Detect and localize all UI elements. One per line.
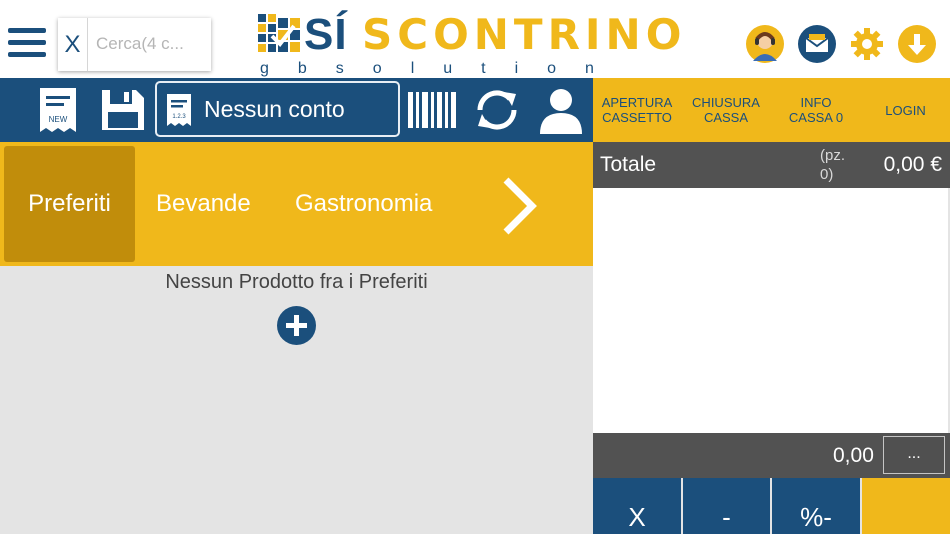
search-box: X bbox=[58, 18, 211, 71]
new-receipt-icon[interactable]: NEW bbox=[36, 86, 80, 134]
cash-top-menu: APERTURA CASSETTO CHIUSURA CASSA INFO CA… bbox=[593, 78, 950, 142]
receipt-items-list[interactable] bbox=[593, 188, 948, 433]
chevron-right-icon[interactable] bbox=[494, 174, 544, 238]
keypad-percent-discount-button[interactable]: %- bbox=[772, 478, 862, 534]
user-icon[interactable] bbox=[538, 86, 584, 134]
total-bar: Totale (pz. 0) 0,00 € bbox=[593, 142, 950, 188]
gear-icon[interactable] bbox=[848, 25, 886, 63]
account-receipt-icon: 1.2.3 bbox=[167, 94, 191, 126]
total-amount: 0,00 € bbox=[883, 153, 942, 176]
barcode-icon[interactable] bbox=[406, 86, 458, 134]
cash-info-button[interactable]: INFO CASSA 0 bbox=[771, 78, 861, 142]
sync-refresh-icon[interactable] bbox=[472, 86, 522, 134]
plus-icon bbox=[286, 315, 307, 336]
empty-favorites-message: Nessun Prodotto fra i Preferiti bbox=[165, 271, 428, 293]
keypad-yellow-button[interactable] bbox=[862, 478, 950, 534]
add-product-button[interactable] bbox=[277, 306, 316, 345]
category-tab-preferiti[interactable]: Preferiti bbox=[4, 146, 135, 262]
category-tab-bevande[interactable]: Bevande bbox=[156, 146, 251, 262]
logo-text-si: SÍ bbox=[304, 10, 348, 59]
download-arrow-icon[interactable] bbox=[898, 25, 936, 63]
app-header: X SÍ SCONTRINO gbsolution bbox=[0, 0, 950, 78]
receipt-toolbar: NEW 1.2.3 Nessun conto bbox=[0, 78, 593, 142]
more-options-button[interactable]: ... bbox=[883, 436, 945, 474]
subtotal-amount: 0,00 bbox=[833, 444, 874, 467]
pieces-count: (pz. 0) bbox=[820, 147, 846, 183]
save-floppy-icon[interactable] bbox=[100, 86, 146, 134]
account-label: Nessun conto bbox=[204, 96, 345, 122]
keypad-minus-button[interactable]: - bbox=[683, 478, 772, 534]
category-tab-gastronomia[interactable]: Gastronomia bbox=[295, 146, 432, 262]
search-input[interactable] bbox=[96, 30, 206, 58]
keypad-clear-button[interactable]: X bbox=[593, 478, 683, 534]
logo-subtitle: gbsolution bbox=[260, 60, 623, 77]
mail-icon[interactable] bbox=[798, 25, 836, 63]
siscontrino-logo: SÍ SCONTRINO gbsolution bbox=[258, 8, 681, 78]
logo-text-scontrino: SCONTRINO bbox=[362, 10, 687, 59]
category-bar: Preferiti Bevande Gastronomia bbox=[0, 142, 593, 266]
search-clear-button[interactable]: X bbox=[58, 18, 88, 71]
account-selector[interactable]: 1.2.3 Nessun conto bbox=[155, 81, 400, 137]
support-agent-icon[interactable] bbox=[746, 25, 784, 63]
open-drawer-button[interactable]: APERTURA CASSETTO bbox=[593, 78, 681, 142]
total-label: Totale bbox=[600, 153, 657, 176]
hamburger-menu-icon[interactable] bbox=[6, 26, 46, 60]
login-button[interactable]: LOGIN bbox=[861, 78, 950, 142]
subtotal-bar: 0,00 ... bbox=[593, 433, 950, 478]
new-badge-text: NEW bbox=[49, 115, 68, 124]
logo-grid-icon bbox=[258, 14, 300, 52]
account-icon-text: 1.2.3 bbox=[172, 114, 186, 120]
close-cash-button[interactable]: CHIUSURA CASSA bbox=[681, 78, 771, 142]
